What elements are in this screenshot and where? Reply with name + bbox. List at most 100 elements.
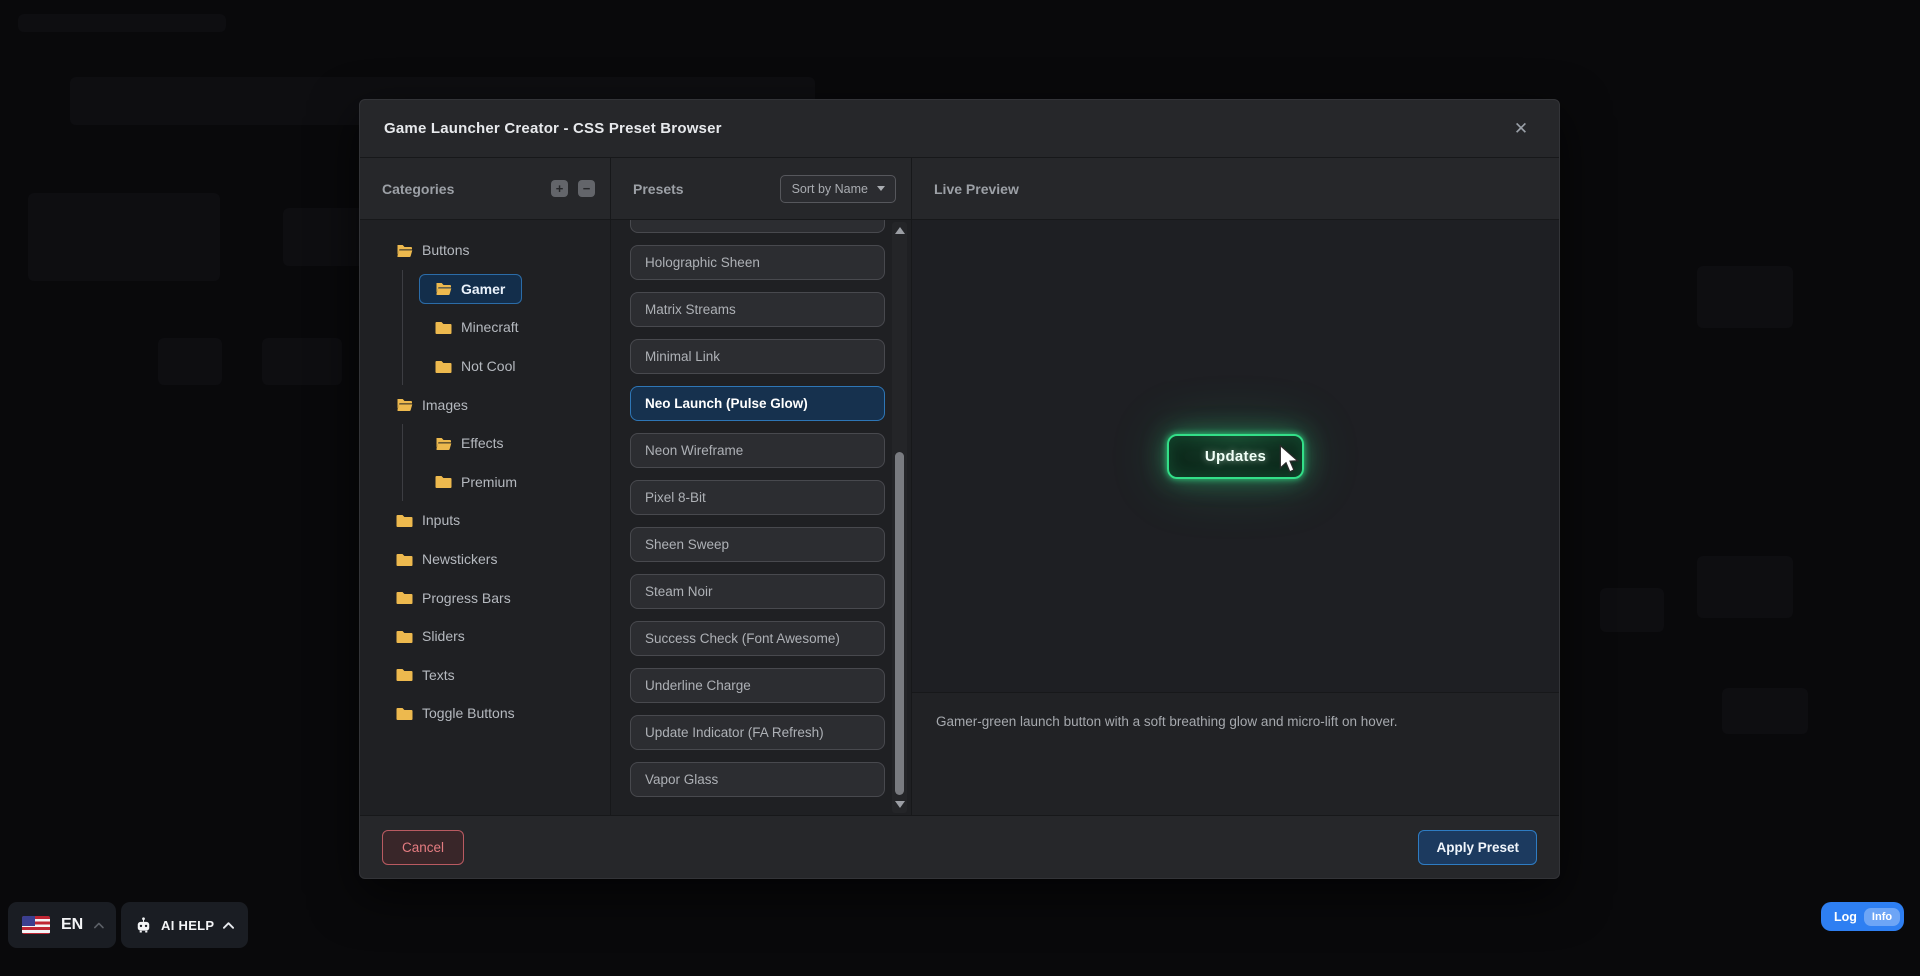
preset-item-update-indicator-fa-refresh[interactable]: Update Indicator (FA Refresh) [630, 715, 885, 750]
log-label: Log [1834, 910, 1857, 924]
preset-item-vapor-glass[interactable]: Vapor Glass [630, 762, 885, 797]
background-ghost-panel [28, 193, 220, 281]
folder-closed-icon [396, 667, 413, 682]
chevron-down-icon [877, 186, 885, 191]
sort-dropdown-value: Sort by Name [792, 182, 868, 196]
tree-item-not-cool[interactable]: Not Cool [360, 347, 610, 386]
preset-scrollbar [892, 222, 907, 813]
preview-stage: Updates [912, 220, 1559, 692]
preset-item-clipped[interactable] [630, 220, 885, 233]
scrollbar-thumb[interactable] [895, 452, 904, 795]
folder-closed-icon [396, 552, 413, 567]
tree-item-toggle-buttons[interactable]: Toggle Buttons [360, 694, 610, 733]
background-ghost-strip [18, 14, 226, 32]
categories-title: Categories [382, 181, 454, 197]
tree-item-inputs[interactable]: Inputs [360, 501, 610, 540]
tree-item-minecraft[interactable]: Minecraft [360, 308, 610, 347]
presets-panel: Presets Sort by Name Holographic Sheen Ma… [611, 158, 912, 815]
tree-item-texts[interactable]: Texts [360, 656, 610, 695]
preset-item-pixel-8-bit[interactable]: Pixel 8-Bit [630, 480, 885, 515]
categories-header: Categories + − [360, 158, 610, 220]
ai-help-label: AI HELP [161, 918, 214, 933]
tree-item-sliders[interactable]: Sliders [360, 617, 610, 656]
tree-item-premium[interactable]: Premium [360, 463, 610, 502]
tree-item-progress-bars[interactable]: Progress Bars [360, 578, 610, 617]
tree-item-label: Gamer [461, 281, 505, 297]
preview-updates-button[interactable]: Updates [1167, 434, 1304, 479]
log-widget[interactable]: Log Info [1821, 902, 1904, 931]
background-ghost-panel [158, 338, 222, 385]
tree-item-label: Buttons [422, 242, 469, 258]
preview-header: Live Preview [912, 158, 1559, 220]
folder-open-icon [396, 243, 413, 258]
robot-icon [135, 917, 152, 934]
presets-title: Presets [633, 181, 684, 197]
tree-item-label: Newstickers [422, 551, 497, 567]
tree-item-images[interactable]: Images [360, 385, 610, 424]
folder-closed-icon [396, 706, 413, 721]
preset-item-neo-launch-pulse-glow[interactable]: Neo Launch (Pulse Glow) [630, 386, 885, 421]
sort-dropdown[interactable]: Sort by Name [780, 175, 896, 203]
collapse-category-button[interactable]: − [578, 180, 595, 197]
chevron-up-icon [223, 922, 234, 929]
preset-item-neon-wireframe[interactable]: Neon Wireframe [630, 433, 885, 468]
preset-item-sheen-sweep[interactable]: Sheen Sweep [630, 527, 885, 562]
preset-list: Holographic Sheen Matrix Streams Minimal L… [611, 220, 911, 815]
folder-closed-icon [435, 474, 452, 489]
presets-header: Presets Sort by Name [611, 158, 911, 220]
preset-item-success-check-font-awesome[interactable]: Success Check (Font Awesome) [630, 621, 885, 656]
preset-item-holographic-sheen[interactable]: Holographic Sheen [630, 245, 885, 280]
preview-title: Live Preview [934, 181, 1019, 197]
tree-item-gamer[interactable]: Gamer [360, 270, 610, 309]
language-selector[interactable]: EN [8, 902, 116, 948]
ai-help-button[interactable]: AI HELP [121, 902, 248, 948]
tree-item-label: Texts [422, 667, 455, 683]
preset-item-steam-noir[interactable]: Steam Noir [630, 574, 885, 609]
folder-closed-icon [435, 320, 452, 335]
background-ghost-panel [1722, 688, 1808, 734]
add-category-button[interactable]: + [551, 180, 568, 197]
folder-open-icon [435, 436, 452, 451]
preset-item-underline-charge[interactable]: Underline Charge [630, 668, 885, 703]
background-ghost-panel [1600, 588, 1664, 632]
apply-preset-button[interactable]: Apply Preset [1418, 830, 1537, 865]
dialog-footer: Cancel Apply Preset [360, 815, 1559, 878]
folder-open-icon [396, 397, 413, 412]
folder-closed-icon [396, 629, 413, 644]
dialog-titlebar: Game Launcher Creator - CSS Preset Brows… [360, 100, 1559, 158]
folder-closed-icon [396, 513, 413, 528]
scroll-down-icon[interactable] [895, 801, 905, 808]
background-ghost-panel [262, 338, 342, 385]
tree-item-effects[interactable]: Effects [360, 424, 610, 463]
tree-item-label: Effects [461, 435, 504, 451]
preset-browser-dialog: Game Launcher Creator - CSS Preset Brows… [359, 99, 1560, 879]
tree-item-label: Toggle Buttons [422, 705, 515, 721]
dialog-title: Game Launcher Creator - CSS Preset Brows… [384, 120, 722, 137]
close-icon[interactable]: ✕ [1507, 115, 1535, 143]
preset-item-matrix-streams[interactable]: Matrix Streams [630, 292, 885, 327]
tree-item-newstickers[interactable]: Newstickers [360, 540, 610, 579]
categories-panel: Categories + − Buttons Gamer Minecraft Not … [360, 158, 611, 815]
tree-item-label: Progress Bars [422, 590, 511, 606]
info-badge[interactable]: Info [1864, 908, 1900, 926]
language-label: EN [61, 916, 83, 934]
category-tree: Buttons Gamer Minecraft Not Cool Images Effec… [360, 220, 610, 733]
tree-item-label: Sliders [422, 628, 465, 644]
tree-item-label: Not Cool [461, 358, 515, 374]
preview-panel: Live Preview Updates Gamer-green launch … [912, 158, 1559, 815]
tree-item-buttons[interactable]: Buttons [360, 231, 610, 270]
us-flag-icon [22, 916, 50, 934]
tree-item-label: Minecraft [461, 319, 519, 335]
background-ghost-panel [1697, 556, 1793, 618]
chevron-up-icon [94, 922, 104, 929]
folder-closed-icon [396, 590, 413, 605]
scroll-up-icon[interactable] [895, 227, 905, 234]
cancel-button[interactable]: Cancel [382, 830, 464, 865]
preset-items-mount: Holographic Sheen Matrix Streams Minimal L… [630, 245, 911, 797]
tree-item-label: Premium [461, 474, 517, 490]
background-ghost-panel [1697, 266, 1793, 328]
tree-item-label: Inputs [422, 512, 460, 528]
folder-open-icon [435, 281, 452, 296]
folder-closed-icon [435, 359, 452, 374]
preset-item-minimal-link[interactable]: Minimal Link [630, 339, 885, 374]
